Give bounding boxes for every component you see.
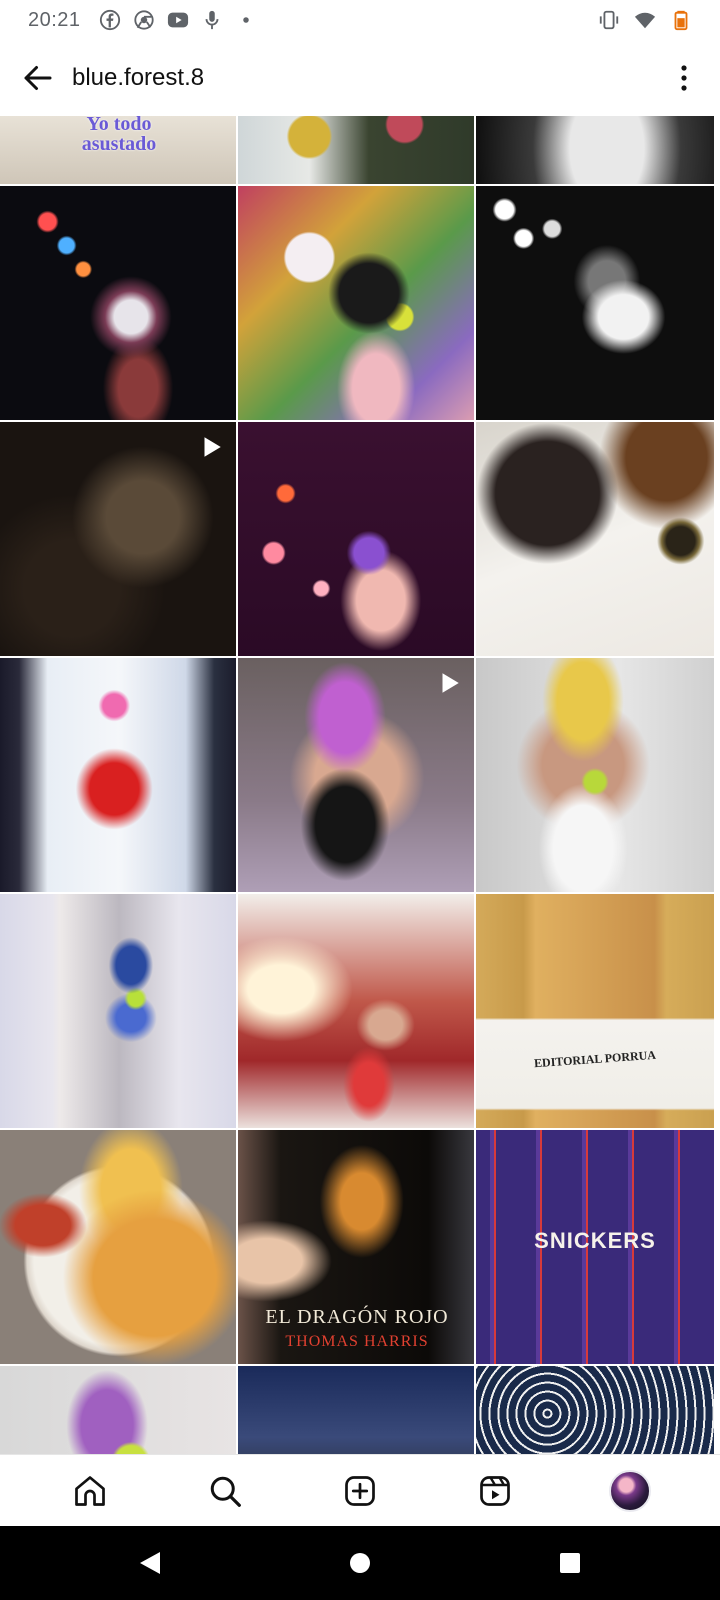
post-overlay-text: Yo todo asustado: [0, 116, 238, 154]
notification-icons: [99, 9, 257, 31]
post-overlay-line-1: EL DRAGÓN ROJO: [265, 1306, 449, 1328]
search-icon: [210, 1476, 241, 1507]
post-blue-hat-collage[interactable]: [0, 894, 238, 1132]
battery-icon: [670, 9, 692, 31]
reels-icon: [480, 1475, 511, 1506]
post-bw-pose[interactable]: [476, 116, 714, 184]
post-partial-floral[interactable]: [476, 1366, 714, 1454]
post-dark-video[interactable]: [0, 422, 238, 660]
nav-create[interactable]: [332, 1463, 388, 1519]
facebook-icon: [99, 9, 121, 31]
grid-divider: [0, 420, 720, 422]
post-red-outfit-mirror[interactable]: [0, 658, 238, 896]
grid-divider: [0, 184, 720, 186]
nav-search[interactable]: [197, 1463, 253, 1519]
system-recents-button[interactable]: [555, 1548, 585, 1578]
nav-home[interactable]: [62, 1463, 118, 1519]
post-book-dragon[interactable]: EL DRAGÓN ROJO THOMAS HARRIS: [238, 1130, 476, 1368]
bottom-navigation: [0, 1454, 720, 1526]
system-status-icons: [598, 9, 692, 31]
grid-divider: [0, 656, 720, 658]
vibrate-icon: [598, 9, 620, 31]
post-pink-hair-video[interactable]: [238, 658, 476, 896]
profile-avatar: [609, 1469, 652, 1512]
nav-profile[interactable]: [602, 1463, 658, 1519]
wifi-icon: [634, 9, 656, 31]
home-icon: [74, 1475, 105, 1506]
post-editorial-porrua[interactable]: EDITORIAL PORRUA: [476, 894, 714, 1132]
recents-square-icon: [560, 1553, 580, 1573]
post-partial-screen[interactable]: [238, 1366, 476, 1454]
system-home-button[interactable]: [345, 1548, 375, 1578]
add-post-icon: [345, 1475, 375, 1506]
post-partial-selfie[interactable]: [0, 1366, 238, 1454]
post-stickers[interactable]: [238, 116, 476, 184]
back-button[interactable]: [16, 56, 60, 100]
post-dancer-lights[interactable]: [238, 422, 476, 660]
system-navigation-bar: [0, 1526, 720, 1600]
post-snickers[interactable]: SNICKERS: [476, 1130, 714, 1368]
video-play-icon: [204, 437, 221, 457]
post-overlay-line-2: THOMAS HARRIS: [285, 1333, 429, 1350]
youtube-icon: [167, 9, 189, 31]
grid-divider: [474, 116, 476, 1454]
dot-icon: [235, 9, 257, 31]
post-overlay-text: SNICKERS: [476, 1228, 714, 1254]
profile-username: blue.forest.8: [72, 64, 205, 91]
grid-divider: [0, 1364, 720, 1366]
back-triangle-icon: [140, 1552, 160, 1574]
post-mirror-selfie-stickers[interactable]: [238, 186, 476, 424]
post-text-scared[interactable]: Yo todo asustado: [0, 116, 238, 184]
post-overlay-text: EDITORIAL PORRUA: [516, 1047, 675, 1073]
post-calico-cat[interactable]: [476, 422, 714, 660]
video-play-icon: [442, 673, 459, 693]
microphone-icon: [201, 9, 223, 31]
post-overlay-line-1: Yo todo: [86, 116, 152, 135]
chrome-icon: [133, 9, 155, 31]
more-vertical-icon: [681, 65, 687, 91]
post-overlay-line-1: EDITORIAL PORRUA: [533, 1047, 657, 1071]
profile-header: blue.forest.8: [0, 40, 720, 116]
post-bw-dancer[interactable]: [476, 186, 714, 424]
nav-reels[interactable]: [467, 1463, 523, 1519]
post-overlay-text: EL DRAGÓN ROJO THOMAS HARRIS: [238, 1306, 476, 1351]
post-overlay-line-2: asustado: [81, 133, 157, 155]
status-time: 20:21: [28, 8, 81, 31]
status-bar: 20:21: [0, 0, 720, 40]
more-options-button[interactable]: [664, 56, 704, 100]
home-circle-icon: [350, 1553, 370, 1573]
system-back-button[interactable]: [135, 1548, 165, 1578]
post-overlay-line-1: SNICKERS: [534, 1228, 656, 1253]
arrow-left-icon: [24, 66, 52, 90]
grid-divider: [0, 1128, 720, 1130]
post-hotdog-pizza[interactable]: [0, 1130, 238, 1368]
grid-divider: [236, 116, 238, 1454]
posts-grid[interactable]: Yo todo asustado EDITORIAL PORRUA EL DRA…: [0, 116, 720, 1454]
grid-divider: [0, 892, 720, 894]
post-red-room[interactable]: [238, 894, 476, 1132]
post-blonde-selfie[interactable]: [476, 658, 714, 896]
post-dancer-night[interactable]: [0, 186, 238, 424]
